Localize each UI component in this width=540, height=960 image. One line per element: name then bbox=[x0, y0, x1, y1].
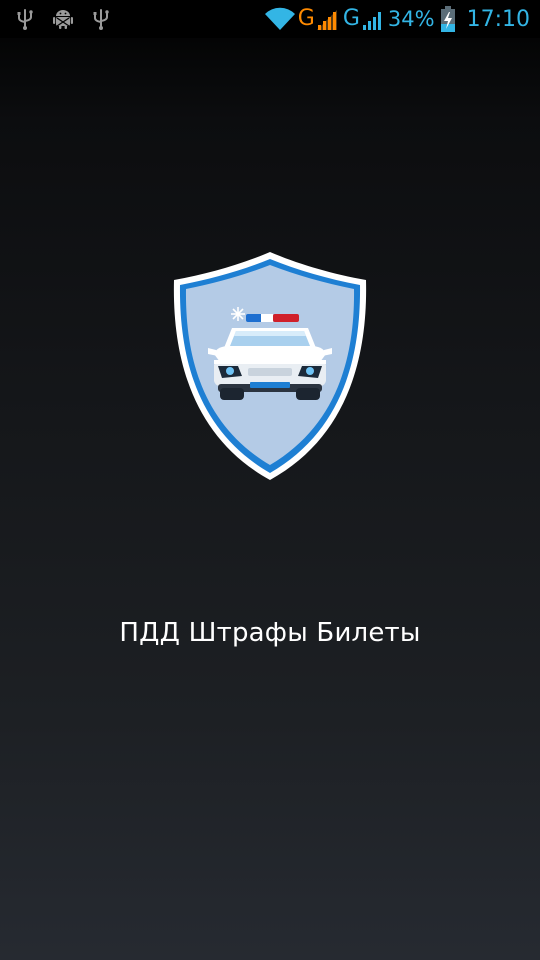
app-title: ПДД Штрафы Билеты bbox=[119, 618, 421, 648]
usb-icon bbox=[16, 7, 34, 31]
police-car-shield-icon bbox=[170, 250, 370, 482]
android-debug-icon bbox=[52, 7, 74, 31]
splash-screen: G G 34% 17:10 ПДД Штрафы Билеты bbox=[0, 0, 540, 960]
clock: 17:10 bbox=[466, 6, 530, 32]
usb-icon bbox=[92, 7, 110, 31]
signal-strength-icon bbox=[362, 8, 382, 30]
network-type-1: G bbox=[297, 6, 315, 31]
wifi-icon bbox=[264, 7, 296, 31]
signal-strength-icon bbox=[316, 8, 337, 30]
notification-icons bbox=[0, 7, 110, 31]
system-icons: G G 34% 17:10 bbox=[264, 6, 540, 32]
network-type-2: G bbox=[342, 6, 360, 31]
battery-charging-icon bbox=[440, 6, 455, 32]
status-bar: G G 34% 17:10 bbox=[0, 0, 540, 38]
battery-percent: 34% bbox=[387, 7, 435, 31]
